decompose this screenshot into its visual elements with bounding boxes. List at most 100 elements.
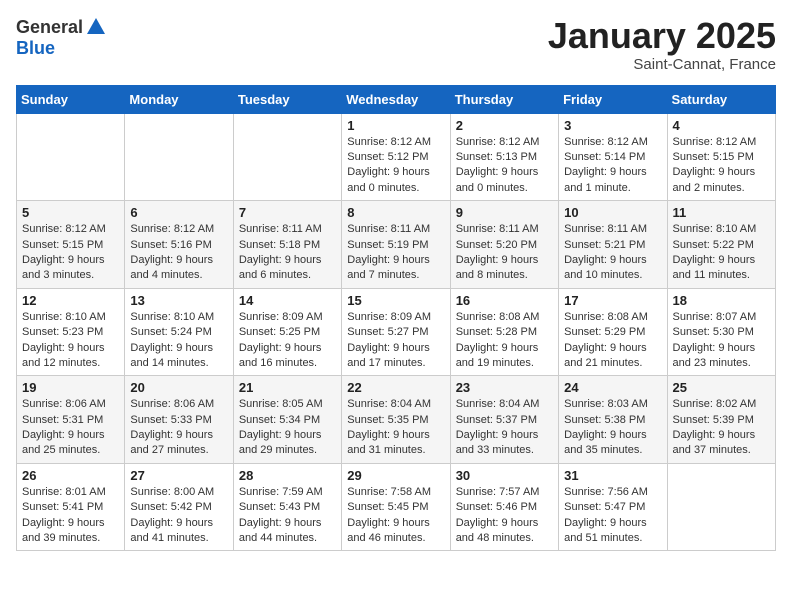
day-number: 20 [130, 380, 227, 395]
calendar-cell: 27 Sunrise: 8:00 AM Sunset: 5:42 PM Dayli… [125, 463, 233, 551]
day-info: Sunrise: 8:04 AM Sunset: 5:37 PM Dayligh… [456, 397, 553, 459]
day-info: Sunrise: 7:59 AM Sunset: 5:43 PM Dayligh… [239, 485, 336, 547]
day-info: Sunrise: 7:58 AM Sunset: 5:45 PM Dayligh… [347, 485, 444, 547]
day-info: Sunrise: 8:10 AM Sunset: 5:22 PM Dayligh… [673, 222, 770, 284]
day-number: 7 [239, 205, 336, 220]
day-info: Sunrise: 8:03 AM Sunset: 5:38 PM Dayligh… [564, 397, 661, 459]
day-info: Sunrise: 8:02 AM Sunset: 5:39 PM Dayligh… [673, 397, 770, 459]
day-info: Sunrise: 8:10 AM Sunset: 5:23 PM Dayligh… [22, 310, 119, 372]
day-info: Sunrise: 7:56 AM Sunset: 5:47 PM Dayligh… [564, 485, 661, 547]
day-number: 18 [673, 293, 770, 308]
calendar-table: SundayMondayTuesdayWednesdayThursdayFrid… [16, 85, 776, 552]
week-row-4: 19Sunrise: 8:06 AM Sunset: 5:31 PM Dayli… [17, 376, 776, 464]
day-number: 4 [673, 118, 770, 133]
calendar-cell: 10 Sunrise: 8:11 AM Sunset: 5:21 PM Dayli… [559, 201, 667, 289]
week-row-3: 12 Sunrise: 8:10 AM Sunset: 5:23 PM Dayli… [17, 288, 776, 376]
calendar-cell: 29Sunrise: 7:58 AM Sunset: 5:45 PM Dayli… [342, 463, 450, 551]
calendar-cell: 9 Sunrise: 8:11 AM Sunset: 5:20 PM Daylig… [450, 201, 558, 289]
calendar-cell: 4 Sunrise: 8:12 AM Sunset: 5:15 PM Daylig… [667, 113, 775, 201]
calendar-cell: 25 Sunrise: 8:02 AM Sunset: 5:39 PM Dayli… [667, 376, 775, 464]
weekday-header-wednesday: Wednesday [342, 85, 450, 113]
day-info: Sunrise: 8:11 AM Sunset: 5:21 PM Dayligh… [564, 222, 661, 284]
calendar-cell: 13 Sunrise: 8:10 AM Sunset: 5:24 PM Dayli… [125, 288, 233, 376]
day-info: Sunrise: 8:11 AM Sunset: 5:19 PM Dayligh… [347, 222, 444, 284]
logo-icon [85, 16, 107, 38]
calendar-cell [667, 463, 775, 551]
logo-blue-text: Blue [16, 38, 55, 58]
calendar-cell: 23Sunrise: 8:04 AM Sunset: 5:37 PM Dayli… [450, 376, 558, 464]
day-number: 21 [239, 380, 336, 395]
day-info: Sunrise: 8:01 AM Sunset: 5:41 PM Dayligh… [22, 485, 119, 547]
day-info: Sunrise: 8:08 AM Sunset: 5:28 PM Dayligh… [456, 310, 553, 372]
calendar-cell: 19Sunrise: 8:06 AM Sunset: 5:31 PM Dayli… [17, 376, 125, 464]
day-number: 6 [130, 205, 227, 220]
day-number: 12 [22, 293, 119, 308]
weekday-header-thursday: Thursday [450, 85, 558, 113]
day-number: 1 [347, 118, 444, 133]
day-number: 2 [456, 118, 553, 133]
calendar-cell: 7 Sunrise: 8:11 AM Sunset: 5:18 PM Daylig… [233, 201, 341, 289]
day-info: Sunrise: 8:05 AM Sunset: 5:34 PM Dayligh… [239, 397, 336, 459]
day-info: Sunrise: 8:09 AM Sunset: 5:25 PM Dayligh… [239, 310, 336, 372]
day-number: 22 [347, 380, 444, 395]
day-number: 31 [564, 468, 661, 483]
calendar-cell: 2Sunrise: 8:12 AM Sunset: 5:13 PM Daylig… [450, 113, 558, 201]
calendar-cell: 18 Sunrise: 8:07 AM Sunset: 5:30 PM Dayli… [667, 288, 775, 376]
day-info: Sunrise: 8:12 AM Sunset: 5:15 PM Dayligh… [673, 135, 770, 197]
calendar-cell: 11 Sunrise: 8:10 AM Sunset: 5:22 PM Dayli… [667, 201, 775, 289]
day-info: Sunrise: 8:04 AM Sunset: 5:35 PM Dayligh… [347, 397, 444, 459]
calendar-cell: 15 Sunrise: 8:09 AM Sunset: 5:27 PM Dayli… [342, 288, 450, 376]
week-row-2: 5 Sunrise: 8:12 AM Sunset: 5:15 PM Daylig… [17, 201, 776, 289]
calendar-cell: 1 Sunrise: 8:12 AM Sunset: 5:12 PM Daylig… [342, 113, 450, 201]
calendar-cell: 16 Sunrise: 8:08 AM Sunset: 5:28 PM Dayli… [450, 288, 558, 376]
day-number: 28 [239, 468, 336, 483]
day-number: 27 [130, 468, 227, 483]
day-info: Sunrise: 8:11 AM Sunset: 5:18 PM Dayligh… [239, 222, 336, 284]
day-info: Sunrise: 8:12 AM Sunset: 5:14 PM Dayligh… [564, 135, 661, 197]
day-info: Sunrise: 8:11 AM Sunset: 5:20 PM Dayligh… [456, 222, 553, 284]
calendar-cell [17, 113, 125, 201]
weekday-header-sunday: Sunday [17, 85, 125, 113]
week-row-5: 26 Sunrise: 8:01 AM Sunset: 5:41 PM Dayli… [17, 463, 776, 551]
month-title: January 2025 [548, 16, 776, 56]
day-number: 11 [673, 205, 770, 220]
day-number: 17 [564, 293, 661, 308]
calendar-cell [125, 113, 233, 201]
day-info: Sunrise: 7:57 AM Sunset: 5:46 PM Dayligh… [456, 485, 553, 547]
day-info: Sunrise: 8:00 AM Sunset: 5:42 PM Dayligh… [130, 485, 227, 547]
day-info: Sunrise: 8:06 AM Sunset: 5:31 PM Dayligh… [22, 397, 119, 459]
day-number: 26 [22, 468, 119, 483]
day-number: 9 [456, 205, 553, 220]
calendar-cell: 24Sunrise: 8:03 AM Sunset: 5:38 PM Dayli… [559, 376, 667, 464]
calendar-cell: 3Sunrise: 8:12 AM Sunset: 5:14 PM Daylig… [559, 113, 667, 201]
day-info: Sunrise: 8:06 AM Sunset: 5:33 PM Dayligh… [130, 397, 227, 459]
day-number: 13 [130, 293, 227, 308]
calendar-cell: 20 Sunrise: 8:06 AM Sunset: 5:33 PM Dayli… [125, 376, 233, 464]
weekday-header-saturday: Saturday [667, 85, 775, 113]
day-number: 16 [456, 293, 553, 308]
calendar-cell: 5 Sunrise: 8:12 AM Sunset: 5:15 PM Daylig… [17, 201, 125, 289]
day-info: Sunrise: 8:09 AM Sunset: 5:27 PM Dayligh… [347, 310, 444, 372]
location-label: Saint-Cannat, France [548, 56, 776, 73]
calendar-cell [233, 113, 341, 201]
day-info: Sunrise: 8:10 AM Sunset: 5:24 PM Dayligh… [130, 310, 227, 372]
day-number: 15 [347, 293, 444, 308]
day-info: Sunrise: 8:12 AM Sunset: 5:12 PM Dayligh… [347, 135, 444, 197]
day-info: Sunrise: 8:12 AM Sunset: 5:15 PM Dayligh… [22, 222, 119, 284]
calendar-cell: 6Sunrise: 8:12 AM Sunset: 5:16 PM Daylig… [125, 201, 233, 289]
day-number: 10 [564, 205, 661, 220]
calendar-cell: 31 Sunrise: 7:56 AM Sunset: 5:47 PM Dayli… [559, 463, 667, 551]
day-info: Sunrise: 8:08 AM Sunset: 5:29 PM Dayligh… [564, 310, 661, 372]
weekday-header-row: SundayMondayTuesdayWednesdayThursdayFrid… [17, 85, 776, 113]
logo: General Blue [16, 16, 109, 59]
weekday-header-tuesday: Tuesday [233, 85, 341, 113]
day-number: 5 [22, 205, 119, 220]
day-info: Sunrise: 8:07 AM Sunset: 5:30 PM Dayligh… [673, 310, 770, 372]
day-number: 25 [673, 380, 770, 395]
day-number: 8 [347, 205, 444, 220]
calendar-cell: 22 Sunrise: 8:04 AM Sunset: 5:35 PM Dayli… [342, 376, 450, 464]
day-number: 30 [456, 468, 553, 483]
title-block: January 2025 Saint-Cannat, France [548, 16, 776, 73]
calendar-cell: 8 Sunrise: 8:11 AM Sunset: 5:19 PM Daylig… [342, 201, 450, 289]
calendar-cell: 26 Sunrise: 8:01 AM Sunset: 5:41 PM Dayli… [17, 463, 125, 551]
